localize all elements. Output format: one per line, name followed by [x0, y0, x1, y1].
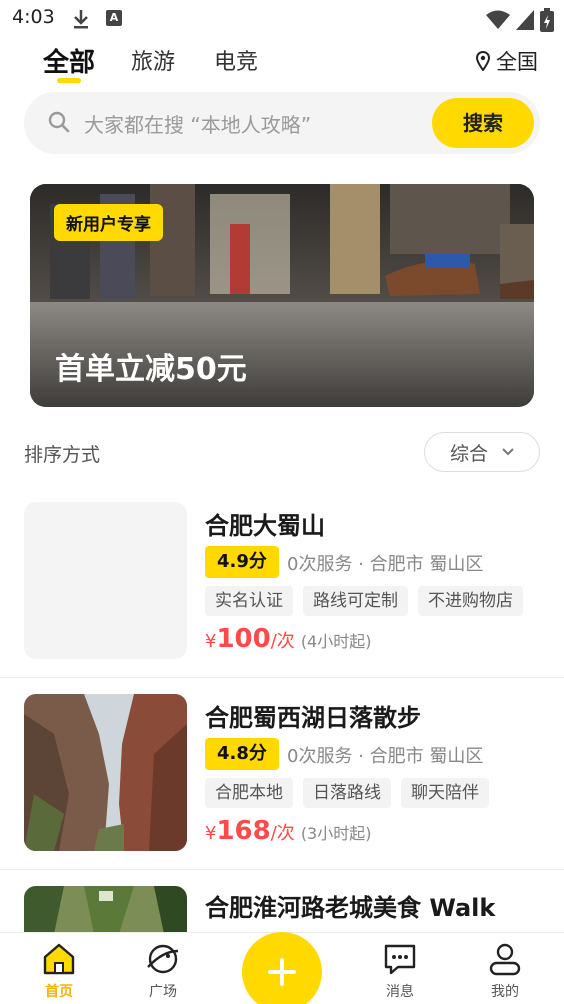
rating-badge: 4.9分	[205, 546, 279, 578]
price-duration: (4小时起)	[300, 632, 372, 651]
price-duration: (3小时起)	[300, 824, 372, 843]
price-currency: ¥	[205, 631, 217, 652]
item-title: 合肥大蜀山	[205, 512, 325, 540]
region-label: 全国	[496, 50, 538, 74]
location-pin-icon	[476, 51, 490, 71]
tab-all[interactable]: 全部	[43, 42, 95, 79]
item-meta: 0次服务 · 合肥市 蜀山区	[287, 554, 484, 575]
price-currency: ¥	[205, 823, 217, 844]
item-tag: 实名认证	[205, 586, 293, 616]
banner-headline: 首单立减50元	[55, 352, 247, 387]
plus-icon	[268, 958, 296, 986]
category-tabs: 全部 旅游 电竞 全国	[0, 44, 564, 84]
nav-plaza-label: 广场	[149, 984, 177, 1000]
region-selector[interactable]: 全国	[476, 46, 538, 76]
new-user-badge: 新用户专享	[54, 204, 163, 241]
nav-plaza[interactable]: 广场	[133, 941, 193, 1001]
planet-icon	[147, 944, 179, 974]
tab-active-indicator	[57, 78, 81, 83]
sort-selected-value: 综合	[449, 442, 488, 465]
item-tag: 日落路线	[303, 778, 391, 808]
sort-dropdown[interactable]: 综合	[424, 432, 540, 472]
canyon-photo	[24, 694, 187, 851]
nav-profile-label: 我的	[491, 984, 519, 1000]
item-price: ¥100/次 (4小时起)	[205, 624, 371, 654]
nav-messages-label: 消息	[386, 984, 414, 1000]
status-time: 4:03	[12, 6, 55, 28]
item-tag: 不进购物店	[418, 586, 523, 616]
item-tag: 合肥本地	[205, 778, 293, 808]
search-button[interactable]: 搜索	[432, 98, 534, 148]
home-icon	[43, 943, 75, 975]
item-title: 合肥蜀西湖日落散步	[205, 704, 421, 732]
message-icon	[384, 944, 416, 975]
search-bar[interactable]: 大家都在搜 “本地人攻略” 搜索	[24, 92, 540, 154]
tab-travel[interactable]: 旅游	[131, 44, 175, 76]
status-icons	[486, 8, 554, 32]
signal-icon	[516, 10, 534, 30]
chevron-down-icon	[502, 448, 514, 456]
tab-esports[interactable]: 电竞	[214, 44, 258, 76]
add-button[interactable]	[242, 932, 322, 1004]
price-amount: 100	[216, 624, 271, 654]
search-input[interactable]: 大家都在搜 “本地人攻略”	[84, 109, 311, 138]
wifi-icon	[486, 10, 510, 29]
divider	[0, 677, 564, 678]
search-icon	[48, 111, 70, 133]
item-meta: 0次服务 · 合肥市 蜀山区	[287, 746, 484, 767]
status-bar: 4:03 A	[0, 0, 564, 38]
item-tag: 聊天陪伴	[401, 778, 489, 808]
sort-label: 排序方式	[24, 444, 101, 466]
battery-icon	[540, 8, 554, 32]
forest-photo	[24, 886, 187, 934]
item-tags: 实名认证 路线可定制 不进购物店	[205, 586, 523, 616]
divider	[0, 869, 564, 870]
profile-icon	[489, 943, 521, 976]
price-unit: /次	[270, 631, 295, 652]
nav-profile[interactable]: 我的	[475, 941, 535, 1001]
rating-badge: 4.8分	[205, 738, 279, 770]
item-price: ¥168/次 (3小时起)	[205, 816, 371, 846]
item-tag: 路线可定制	[303, 586, 408, 616]
price-unit: /次	[270, 823, 295, 844]
item-thumbnail	[24, 886, 187, 934]
nav-messages[interactable]: 消息	[370, 941, 430, 1001]
accessibility-icon: A	[106, 10, 122, 26]
price-amount: 168	[216, 816, 271, 846]
nav-home-label: 首页	[45, 984, 73, 1000]
nav-home[interactable]: 首页	[29, 941, 89, 1001]
item-thumbnail	[24, 502, 187, 659]
item-tags: 合肥本地 日落路线 聊天陪伴	[205, 778, 489, 808]
promo-banner[interactable]: 新用户专享 首单立减50元	[30, 184, 534, 407]
item-title: 合肥淮河路老城美食 Walk	[205, 894, 496, 922]
item-thumbnail	[24, 694, 187, 851]
download-icon	[74, 10, 88, 29]
